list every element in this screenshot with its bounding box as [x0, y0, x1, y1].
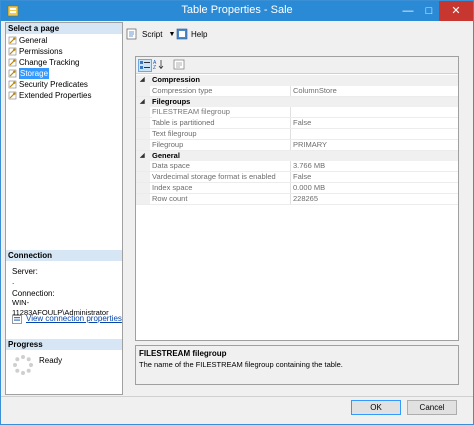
- description-text: The name of the FILESTREAM filegroup con…: [139, 360, 343, 369]
- collapse-icon[interactable]: ◢: [140, 75, 145, 86]
- alphabetical-sort-icon: A Z: [153, 60, 164, 71]
- property-row[interactable]: Compression type ColumnStore: [136, 85, 458, 97]
- property-name: Index space: [152, 182, 193, 192]
- page-item-extended-properties[interactable]: Extended Properties: [8, 90, 120, 101]
- view-connection-link-text[interactable]: View connection properties: [26, 314, 122, 324]
- property-value: 3.766 MB: [293, 161, 326, 171]
- category-filegroups[interactable]: ◢ Filegroups: [136, 96, 458, 108]
- page-item-security-predicates[interactable]: Security Predicates: [8, 79, 120, 90]
- property-name: Filegroup: [152, 139, 184, 149]
- property-value: False: [293, 118, 312, 128]
- property-name: Compression type: [152, 85, 213, 95]
- toolbar: Script ▼ Help: [126, 26, 466, 42]
- page-item-storage[interactable]: Storage: [8, 68, 120, 79]
- maximize-button[interactable]: □: [419, 1, 439, 21]
- collapse-icon[interactable]: ◢: [140, 97, 145, 108]
- property-row[interactable]: Index space 0.000 MB: [136, 182, 458, 194]
- page-item-label: Security Predicates: [19, 80, 88, 89]
- property-name: Row count: [152, 193, 188, 203]
- properties-dialog: Table Properties - Sale — □ ✕ Select a p…: [0, 0, 474, 425]
- server-value: .: [12, 277, 15, 286]
- page-item-label: Storage: [19, 68, 50, 79]
- help-label: Help: [191, 29, 208, 39]
- connection-header: Connection: [6, 250, 122, 261]
- wrench-page-icon: [8, 47, 17, 56]
- script-icon: [126, 28, 137, 40]
- property-row[interactable]: Table is partitioned False: [136, 118, 458, 129]
- property-row[interactable]: Filegroup PRIMARY: [136, 139, 458, 151]
- page-item-change-tracking[interactable]: Change Tracking: [8, 57, 120, 68]
- property-row[interactable]: Text filegroup: [136, 128, 458, 140]
- wrench-page-icon: [8, 58, 17, 67]
- category-general[interactable]: ◢ General: [136, 150, 458, 162]
- property-value: 0.000 MB: [293, 182, 326, 192]
- script-button[interactable]: Script ▼: [126, 26, 175, 42]
- description-pane: FILESTREAM filegroup The name of the FIL…: [135, 345, 459, 385]
- view-connection-properties-link[interactable]: View connection properties: [12, 314, 122, 324]
- property-value: ColumnStore: [293, 85, 337, 95]
- progress-status: Ready: [39, 356, 63, 365]
- help-icon: [176, 28, 188, 40]
- categorized-icon: [140, 61, 150, 69]
- category-name: General: [152, 150, 180, 160]
- progress-spinner-icon: [13, 355, 33, 375]
- property-name: Text filegroup: [152, 128, 197, 138]
- wrench-page-icon: [8, 91, 17, 100]
- help-button[interactable]: Help: [176, 26, 207, 42]
- property-value: 228265: [293, 193, 319, 203]
- property-name: FILESTREAM filegroup: [152, 107, 230, 119]
- property-row[interactable]: Data space 3.766 MB: [136, 161, 458, 173]
- page-item-permissions[interactable]: Permissions: [8, 46, 120, 57]
- collapse-icon[interactable]: ◢: [140, 151, 145, 162]
- page-item-label: Permissions: [19, 47, 63, 56]
- categorized-button[interactable]: [138, 59, 152, 72]
- server-label: Server:: [12, 267, 38, 276]
- left-pane: Select a page General Permissions Change…: [5, 22, 123, 395]
- connection-properties-icon: [12, 314, 22, 324]
- property-name: Table is partitioned: [152, 118, 215, 128]
- page-item-label: Extended Properties: [19, 91, 92, 100]
- property-row[interactable]: Row count 228265: [136, 193, 458, 205]
- footer-divider: [1, 396, 473, 397]
- close-button[interactable]: ✕: [439, 1, 473, 21]
- cancel-button[interactable]: Cancel: [407, 400, 457, 415]
- page-item-label: Change Tracking: [19, 58, 80, 67]
- alphabetical-button[interactable]: A Z: [153, 59, 167, 72]
- page-item-label: General: [19, 36, 48, 45]
- wrench-page-icon: [8, 36, 17, 45]
- page-item-general[interactable]: General: [8, 35, 120, 46]
- select-page-header: Select a page: [6, 23, 122, 34]
- svg-text:Z: Z: [153, 65, 156, 70]
- property-name: Data space: [152, 161, 190, 171]
- property-row[interactable]: Vardecimal storage format is enabled Fal…: [136, 172, 458, 183]
- ok-button[interactable]: OK: [351, 400, 401, 415]
- title-bar[interactable]: Table Properties - Sale — □ ✕: [1, 1, 473, 21]
- property-pages-icon: [173, 59, 185, 70]
- description-title: FILESTREAM filegroup: [139, 349, 227, 358]
- property-value: False: [293, 172, 312, 182]
- property-value: PRIMARY: [293, 139, 328, 149]
- wrench-page-icon: [8, 80, 17, 89]
- grid-toolbar: A Z: [136, 57, 458, 74]
- category-compression[interactable]: ◢ Compression: [136, 75, 458, 86]
- category-name: Filegroups: [152, 96, 191, 106]
- property-row-selected[interactable]: FILESTREAM filegroup: [136, 107, 458, 119]
- minimize-button[interactable]: —: [398, 1, 418, 21]
- property-pages-button[interactable]: [173, 59, 187, 72]
- script-label: Script: [142, 29, 163, 39]
- progress-header: Progress: [6, 339, 122, 350]
- wrench-page-icon: [8, 69, 17, 78]
- script-dropdown-icon[interactable]: ▼: [168, 31, 175, 38]
- property-name: Vardecimal storage format is enabled: [152, 172, 276, 182]
- category-name: Compression: [152, 75, 200, 84]
- property-rows: ◢ Compression Compression type ColumnSto…: [136, 75, 458, 205]
- property-grid: A Z ◢ Compression Compression type Colum…: [135, 56, 459, 341]
